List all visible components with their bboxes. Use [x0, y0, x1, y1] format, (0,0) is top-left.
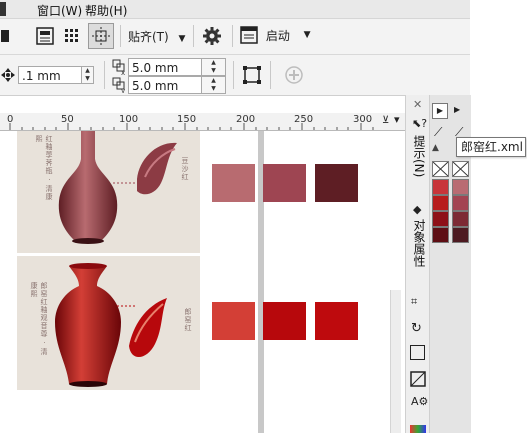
- shape-tool-icon[interactable]: [410, 371, 426, 390]
- toolbar-separator: [104, 61, 105, 89]
- color-swatch[interactable]: [315, 164, 358, 202]
- ruler-label: 250: [294, 114, 314, 125]
- ruler-label: 200: [236, 114, 256, 125]
- toolbar-separator: [232, 25, 233, 47]
- ruler-label: 300: [353, 114, 373, 125]
- ruler-label: 50: [61, 114, 74, 125]
- color-swatch[interactable]: [212, 164, 255, 202]
- palette-swatch[interactable]: [432, 211, 449, 227]
- toolbar-separator: [270, 61, 271, 89]
- color-docker-icon[interactable]: [410, 425, 426, 433]
- duplicate-y-input[interactable]: 5.0 mm: [128, 76, 202, 94]
- artwork-top-panel[interactable]: 红釉荸荠瓶 · 清康熙 豆沙红: [17, 131, 200, 253]
- menu-fragment: [0, 2, 6, 16]
- align-tool-icon[interactable]: ⌗: [411, 295, 417, 309]
- svg-text:y: y: [121, 87, 125, 93]
- color-swatch[interactable]: [315, 302, 358, 340]
- chevron-down-icon: ▼: [178, 34, 186, 44]
- ruler-menu-icon[interactable]: ▾: [394, 113, 400, 126]
- artwork-top-caption-left: 红釉荸荠瓶 · 清康熙: [35, 135, 53, 201]
- ruler-label: 100: [119, 114, 139, 125]
- close-icon[interactable]: ✕: [413, 98, 422, 111]
- hints-cursor-icon: ⬉?: [412, 117, 428, 130]
- artwork-bottom-caption-left: 郎窑红釉观音尊 · 清康熙: [30, 282, 48, 356]
- gear-icon[interactable]: [200, 24, 224, 48]
- duplicate-x-spinner[interactable]: ▲ ▼: [202, 58, 226, 76]
- launch-dropdown[interactable]: 启动 ▼: [240, 26, 311, 44]
- palette-swatch[interactable]: [432, 227, 449, 243]
- color-swatch[interactable]: [263, 164, 306, 202]
- menu-help[interactable]: 帮助(H): [85, 2, 127, 19]
- artwork-top-caption-right: 豆沙红: [181, 157, 189, 181]
- snap-to-dropdown[interactable]: 贴齐(T) ▼: [128, 28, 185, 45]
- palette-play-icon[interactable]: ▶: [432, 103, 448, 119]
- artwork-bottom-panel[interactable]: 郎窑红釉观音尊 · 清康熙 郎窑红: [17, 256, 200, 390]
- duplicate-x-input[interactable]: 5.0 mm: [128, 58, 202, 76]
- transform-icon[interactable]: ↻: [411, 321, 422, 336]
- launch-label: 启动: [265, 28, 290, 43]
- ruler-label: 0: [7, 114, 14, 125]
- color-swatch[interactable]: [212, 302, 255, 340]
- no-fill-swatch[interactable]: [432, 161, 449, 177]
- snap-to-label: 贴齐(T): [128, 30, 169, 44]
- palette-swatch[interactable]: [432, 179, 449, 195]
- duplicate-y-spinner[interactable]: ▲ ▼: [202, 76, 226, 94]
- object-props-icon: ◆: [413, 203, 422, 216]
- palette-swatch[interactable]: [452, 227, 469, 243]
- toolbox-gap: [0, 96, 405, 113]
- vertical-scrollbar[interactable]: [390, 290, 401, 433]
- partial-icon[interactable]: [0, 24, 12, 48]
- toolbar-separator: [233, 61, 234, 89]
- palette-swatch[interactable]: [452, 211, 469, 227]
- palette-swatch[interactable]: [452, 195, 469, 211]
- chevron-up-icon[interactable]: ▲: [432, 143, 439, 153]
- eyedropper-icon[interactable]: ⟋: [434, 125, 442, 140]
- tab-hints[interactable]: 提示(N): [411, 135, 428, 177]
- chevron-down-icon: ▼: [303, 30, 311, 40]
- text-style-icon[interactable]: A⚙: [411, 395, 428, 408]
- color-swatch[interactable]: [263, 302, 306, 340]
- tab-object-properties[interactable]: 对象属性: [411, 219, 428, 267]
- toolbar-separator: [193, 25, 194, 47]
- palette-swatch[interactable]: [452, 179, 469, 195]
- nudge-distance-input[interactable]: .1 mm: [18, 66, 82, 84]
- guidelines-icon[interactable]: [88, 23, 114, 49]
- no-fill-swatch[interactable]: [452, 161, 469, 177]
- launch-app-icon: [240, 26, 258, 44]
- rectangle-tool-icon[interactable]: [410, 345, 425, 360]
- palette-scroll-icon[interactable]: ▶: [454, 105, 460, 114]
- add-plus-icon[interactable]: [282, 63, 306, 87]
- docker-tab-strip: ✕ ⬉? 提示(N) ◆ 对象属性 ⌗ ↻ A⚙: [405, 95, 430, 433]
- artwork-bottom-caption-right: 郎窑红: [184, 308, 192, 332]
- nudge-spinner[interactable]: ▲ ▼: [82, 66, 94, 84]
- svg-text:x: x: [121, 69, 125, 75]
- bounding-box-icon[interactable]: [240, 63, 264, 87]
- menu-bar: 窗口(W) 帮助(H): [0, 0, 470, 19]
- ruler-unit-icon[interactable]: ⊻: [382, 115, 389, 126]
- ruler-label: 150: [177, 114, 197, 125]
- palette-tooltip: 郎窑红.xml: [456, 137, 526, 157]
- standard-toolbar: 贴齐(T) ▼ 启动 ▼: [0, 19, 470, 55]
- horizontal-ruler[interactable]: 0 50 100 150 200 250 300 ⊻ ▾: [0, 113, 405, 131]
- nudge-icon: [0, 63, 16, 87]
- toolbar-separator: [120, 25, 121, 47]
- page-view-icon[interactable]: [33, 24, 57, 48]
- grid-icon[interactable]: [60, 24, 84, 48]
- dup-x-icon: x: [112, 59, 126, 78]
- dup-y-icon: y: [112, 77, 126, 96]
- menu-window[interactable]: 窗口(W): [37, 2, 82, 19]
- palette-swatch[interactable]: [432, 195, 449, 211]
- property-bar: .1 mm ▲ ▼ x 5.0 mm ▲ ▼ y 5.0 mm ▲ ▼: [0, 55, 470, 96]
